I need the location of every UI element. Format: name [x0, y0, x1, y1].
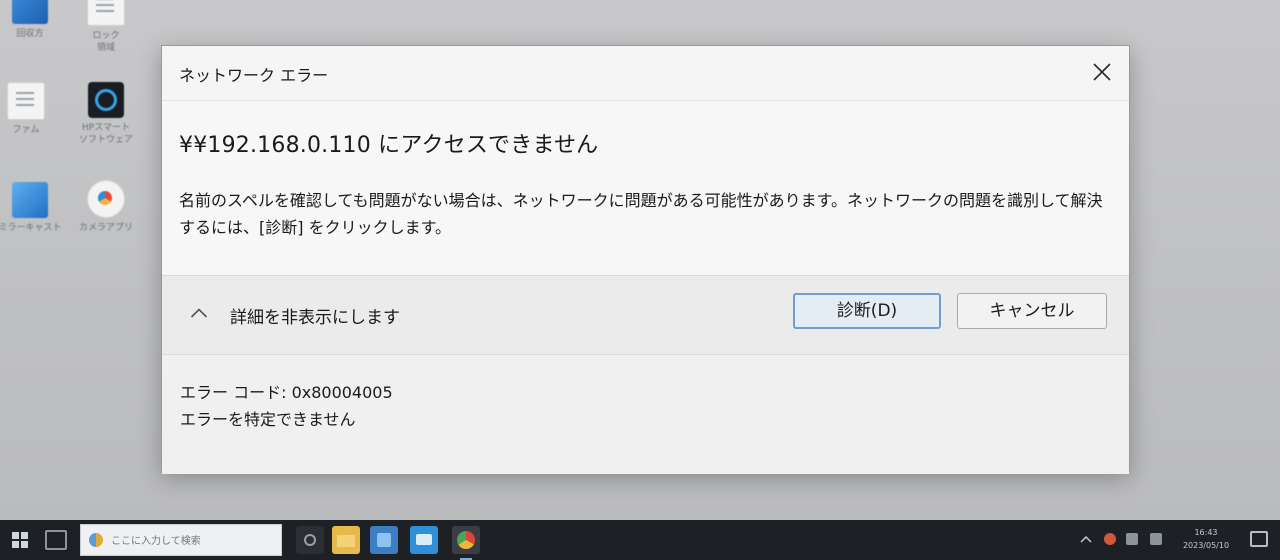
error-message: 名前のスペルを確認しても問題がない場合は、ネットワークに問題がある可能性がありま…	[179, 191, 1103, 237]
volume-icon[interactable]	[1150, 533, 1162, 545]
document-icon	[7, 82, 45, 120]
folder-icon	[337, 535, 355, 547]
hp-icon	[88, 82, 124, 118]
chevron-up-icon[interactable]	[1080, 534, 1092, 544]
desktop-icon-document[interactable]: ファム	[0, 82, 58, 136]
windows-app-icon	[12, 182, 48, 218]
desktop-icon-app[interactable]: 回収方	[0, 0, 62, 40]
network-error-dialog: ネットワーク エラー ¥¥192.168.0.110 にアクセスできません 名前…	[161, 45, 1130, 474]
error-code: エラー コード: 0x80004005	[180, 383, 393, 402]
desktop-icon-label: HPスマート ソフトウェア	[78, 123, 133, 145]
windows-logo-icon	[21, 541, 28, 548]
chrome-icon	[457, 531, 475, 549]
clock-time: 16:43	[1194, 528, 1218, 537]
windows-logo-icon	[21, 532, 28, 539]
desktop-icon-document[interactable]: ロック 領域	[74, 0, 138, 54]
close-icon	[1093, 63, 1111, 81]
taskbar-app-mail[interactable]	[410, 526, 438, 554]
desktop-icon-label: ファム	[12, 125, 40, 135]
windows-logo-icon	[12, 532, 19, 539]
blue-app-icon	[12, 0, 48, 24]
app-icon	[87, 180, 125, 218]
task-view-icon[interactable]	[45, 530, 67, 550]
desktop-icon-label: ミラーキャスト	[0, 223, 62, 233]
dialog-titlebar: ネットワーク エラー	[162, 46, 1129, 101]
taskbar: 16:43 2023/05/10	[0, 520, 1280, 560]
circle-icon	[304, 534, 316, 546]
mail-icon	[416, 534, 432, 545]
network-icon[interactable]	[1126, 533, 1138, 545]
error-details-panel: エラー コード: 0x80004005 エラーを特定できません	[162, 355, 1129, 474]
taskbar-search-input[interactable]	[111, 532, 271, 550]
taskbar-clock[interactable]: 16:43 2023/05/10	[1178, 526, 1234, 552]
notification-icon[interactable]	[1250, 531, 1268, 547]
error-description: エラーを特定できません	[180, 410, 356, 429]
taskbar-search-box[interactable]	[80, 524, 282, 556]
document-icon	[87, 0, 125, 26]
taskbar-app-file-explorer[interactable]	[332, 526, 360, 554]
desktop-icon-label: ロック 領域	[92, 31, 120, 53]
error-heading: ¥¥192.168.0.110 にアクセスできません	[179, 133, 599, 158]
dialog-content: ¥¥192.168.0.110 にアクセスできません 名前のスペルを確認しても問…	[162, 101, 1129, 275]
windows-logo-icon	[12, 541, 19, 548]
chevron-up-icon	[190, 308, 208, 318]
close-button[interactable]	[1081, 52, 1123, 92]
start-button[interactable]	[0, 520, 40, 560]
store-icon	[377, 533, 391, 547]
dialog-title: ネットワーク エラー	[179, 66, 329, 85]
desktop-icon-windows-app[interactable]: ミラーキャスト	[0, 182, 62, 234]
desktop-icon-hp[interactable]: HPスマート ソフトウェア	[74, 82, 138, 146]
taskbar-app-chrome[interactable]	[452, 526, 480, 560]
taskbar-app-store[interactable]	[370, 526, 398, 554]
tray-app-icon[interactable]	[1104, 533, 1116, 545]
cancel-button[interactable]: キャンセル	[957, 293, 1107, 329]
desktop-icon-label: カメラアプリ	[78, 223, 133, 233]
hide-details-label: 詳細を非表示にします	[230, 308, 400, 328]
desktop-icon-label: 回収方	[16, 29, 44, 39]
clock-date: 2023/05/10	[1182, 541, 1230, 550]
desktop-icon-app[interactable]: カメラアプリ	[74, 180, 138, 234]
search-icon	[89, 533, 103, 547]
diagnose-button[interactable]: 診断(D)	[793, 293, 941, 329]
taskbar-app-cortana[interactable]	[296, 526, 324, 554]
